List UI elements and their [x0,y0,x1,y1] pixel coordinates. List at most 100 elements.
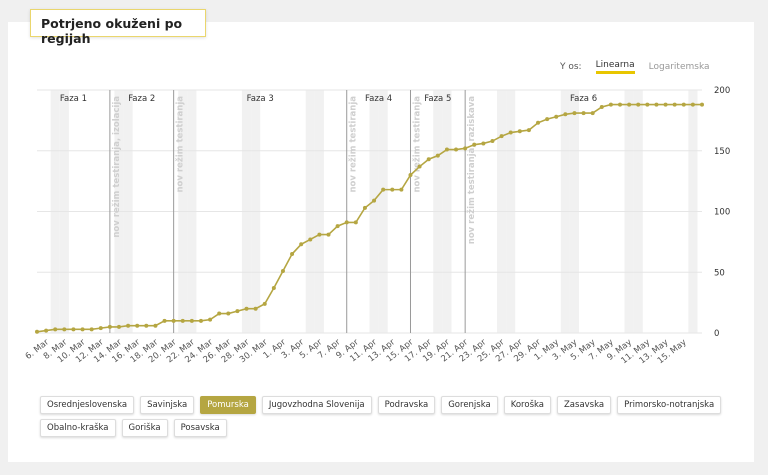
data-point [299,242,304,247]
data-point [253,306,258,311]
data-point [362,205,367,210]
data-point [508,130,513,135]
y-tick-label: 100 [714,208,730,218]
data-point [526,128,531,133]
region-button[interactable]: Osrednjeslovenska [40,396,135,414]
data-point [126,323,131,328]
data-point [608,102,613,107]
phase-label: Faza 4 [365,94,392,104]
annotation-label: nov režim testiranja, izolacija [112,96,122,238]
data-point [189,318,194,323]
data-point [89,327,94,332]
data-point [408,173,413,178]
data-point [107,324,112,329]
data-point [627,102,632,107]
region-button[interactable]: Zasavska [556,396,612,414]
data-point [262,301,267,306]
data-point [116,324,121,329]
region-button[interactable]: Savinjska [140,396,195,414]
region-button[interactable]: Gorenjska [441,396,498,414]
region-button[interactable]: Obalno-kraška [40,419,116,437]
data-point [308,237,313,242]
data-point [490,139,495,144]
data-point [235,309,240,314]
phase-label: Faza 1 [60,94,87,104]
annotation-label: nov režim testiranja [349,96,359,193]
data-point [700,102,704,107]
data-point [417,164,422,169]
region-button[interactable]: Primorsko-notranjska [617,396,722,414]
data-point [35,329,39,334]
data-point [153,323,158,328]
region-filter: Osrednjeslovenska Savinjska Pomurska Jugovz… [40,396,740,437]
data-point [599,105,604,110]
data-point [536,120,541,125]
data-point [681,102,686,107]
data-point [71,327,76,332]
y-tick-label: 0 [714,329,719,339]
data-point [444,147,449,152]
data-point [372,198,377,203]
data-point [554,114,559,119]
y-tick-label: 200 [714,86,730,96]
data-point [353,220,358,225]
data-point [80,327,85,332]
data-point [654,102,659,107]
region-button[interactable]: Jugovzhodna Slovenija [261,396,372,414]
data-point [280,269,285,274]
phase-label: Faza 6 [570,94,597,104]
data-point [463,146,468,151]
data-point [244,306,249,311]
annotation-label: nov režim testiranja [176,96,186,193]
data-point [98,326,103,331]
data-point [381,187,386,192]
data-point [563,112,568,117]
data-point [44,328,49,333]
data-point [271,286,276,291]
region-button[interactable]: Podravska [377,396,436,414]
data-point [317,232,322,237]
annotation-label: nov režim testiranja [412,96,422,193]
data-point [645,102,650,107]
data-point [135,323,140,328]
data-point [454,147,459,152]
data-point [581,111,586,116]
y-tick-label: 150 [714,147,730,157]
data-point [226,311,231,316]
data-point [62,327,67,332]
data-point [472,142,477,147]
data-point [545,117,550,122]
data-point [426,157,431,162]
region-button[interactable]: Posavska [173,419,227,437]
phase-label: Faza 3 [247,94,274,104]
data-point [672,102,677,107]
data-point [180,318,185,323]
data-point [663,102,668,107]
data-point [618,102,623,107]
data-point [326,232,331,237]
data-point [590,111,595,116]
data-point [572,111,577,116]
data-point [690,102,695,107]
phase-label: Faza 5 [424,94,451,104]
data-point [435,153,440,158]
phase-label: Faza 2 [128,94,155,104]
data-point [399,187,404,192]
data-point [162,318,167,323]
data-point [144,323,149,328]
data-point [636,102,641,107]
data-point [53,327,58,332]
data-point [198,318,203,323]
annotation-label: nov režim testiranja, raziskava [467,96,477,244]
data-point [390,187,395,192]
data-point [517,129,522,134]
region-button[interactable]: Koroška [503,396,551,414]
data-point [290,252,295,257]
data-point [217,311,222,316]
region-button[interactable]: Goriška [121,419,168,437]
data-point [344,220,349,225]
region-button[interactable]: Pomurska [200,396,256,414]
y-tick-label: 50 [714,268,725,278]
data-point [208,317,213,322]
data-point [171,318,176,323]
